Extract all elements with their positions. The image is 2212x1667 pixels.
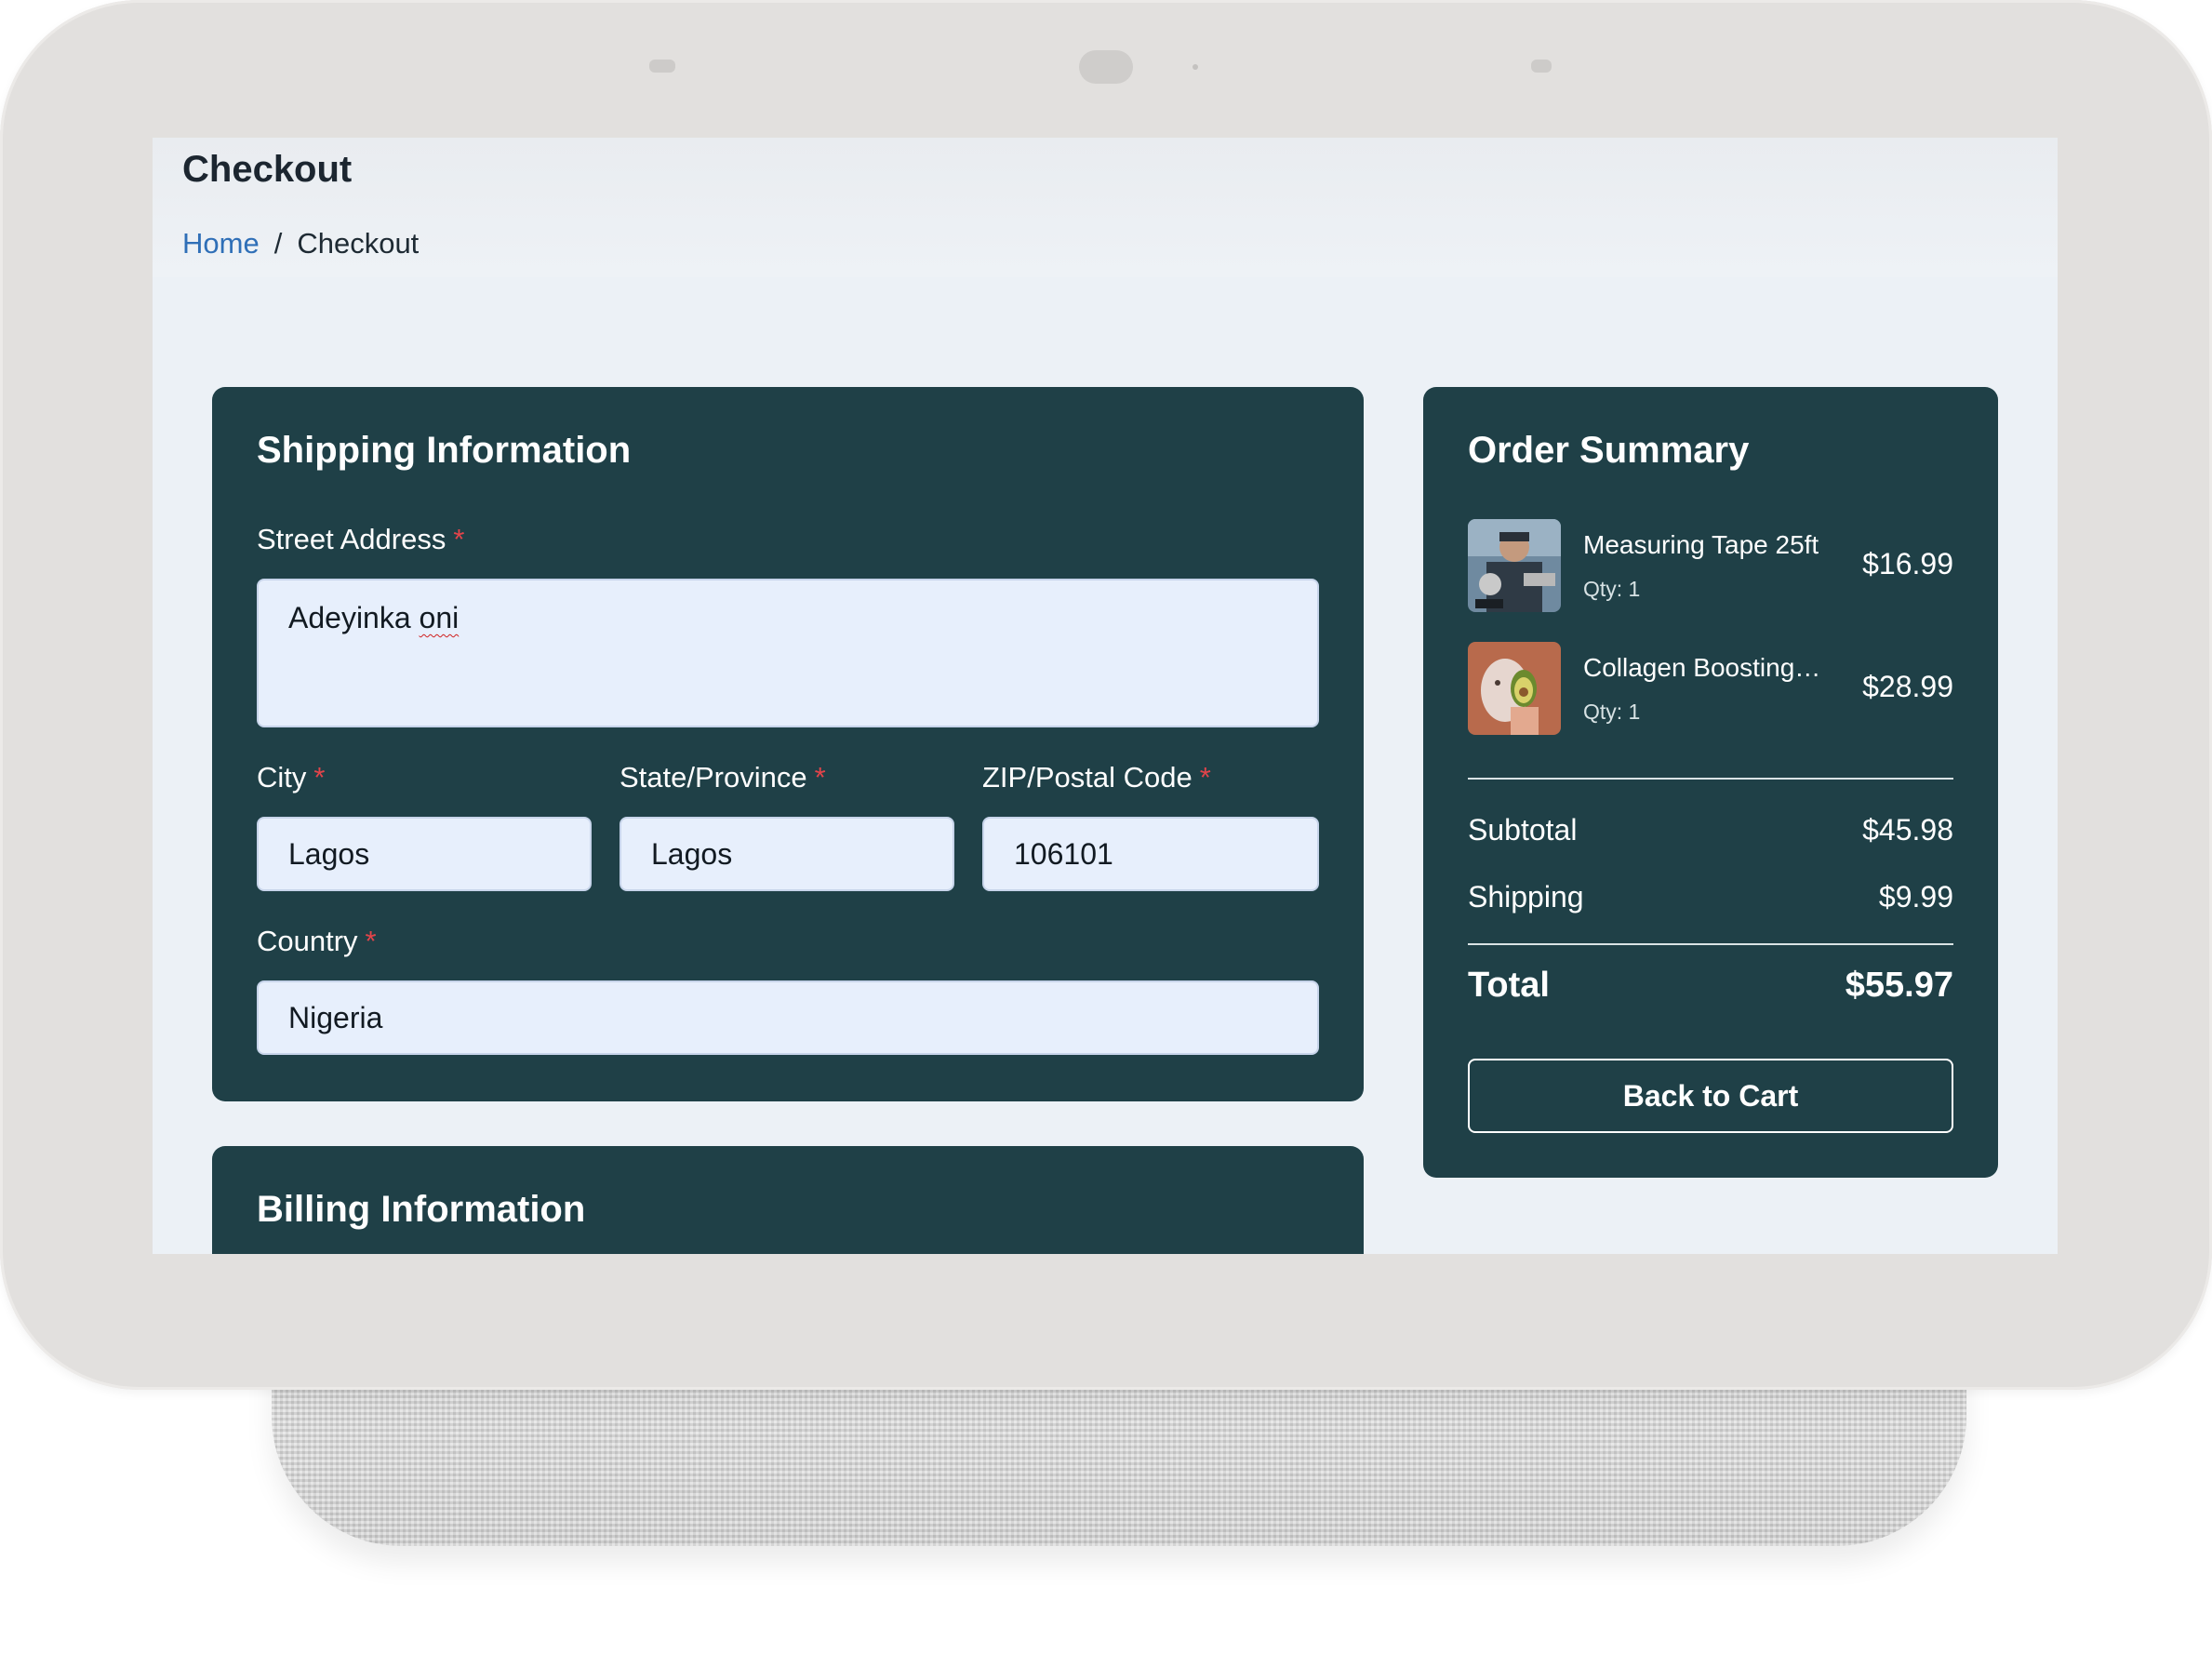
shipping-title: Shipping Information (257, 430, 632, 471)
item-price: $16.99 (1862, 547, 1953, 580)
face-mask-avocado-photo-icon (1468, 642, 1561, 735)
city-label-text: City (257, 761, 307, 793)
state-input[interactable]: Lagos (620, 817, 954, 891)
indicator-dot (1193, 64, 1198, 70)
country-label-text: Country (257, 925, 358, 957)
item-qty: Qty: 1 (1583, 700, 1641, 724)
item-qty: Qty: 1 (1583, 577, 1641, 601)
street-address-textarea[interactable]: Adeyinka oni (257, 579, 1319, 727)
shipping-card: Shipping Information Street Address * Ade… (212, 387, 1364, 1101)
country-input[interactable]: Nigeria (257, 980, 1319, 1055)
total-label: Total (1468, 966, 1550, 1005)
total-value: $55.97 (1845, 966, 1953, 1005)
breadcrumb-current: Checkout (297, 227, 420, 260)
required-marker: * (1199, 761, 1211, 793)
page-header: Checkout Home / Checkout (153, 138, 2058, 277)
breadcrumb-home-link[interactable]: Home (182, 227, 260, 260)
street-address-label-text: Street Address (257, 523, 446, 555)
required-marker: * (365, 925, 377, 957)
billing-title: Billing Information (257, 1189, 586, 1230)
shipping-cost-value: $9.99 (1878, 880, 1953, 914)
order-summary-card: Order Summary Measuring Tape 25ft Qty: 1… (1423, 387, 1998, 1178)
subtotal-value: $45.98 (1862, 813, 1953, 847)
order-summary-title: Order Summary (1468, 430, 1750, 471)
state-label: State/Province * (620, 761, 826, 794)
state-label-text: State/Province (620, 761, 807, 793)
street-address-label: Street Address * (257, 523, 464, 556)
page-title: Checkout (182, 149, 353, 190)
device-scene: Checkout Home / Checkout Shipping Inform… (0, 0, 2212, 1667)
zip-label: ZIP/Postal Code * (982, 761, 1211, 794)
zip-value: 106101 (1014, 836, 1113, 871)
divider (1468, 778, 1953, 780)
required-marker: * (453, 523, 465, 555)
country-value: Nigeria (288, 1000, 383, 1034)
item-name: Collagen Boosting… (1583, 653, 1821, 682)
state-value: Lagos (651, 836, 733, 871)
street-address-value-first: Adeyinka (288, 601, 411, 634)
city-input[interactable]: Lagos (257, 817, 592, 891)
item-name: Measuring Tape 25ft (1583, 530, 1819, 559)
required-marker: * (814, 761, 826, 793)
divider (1468, 943, 1953, 945)
required-marker: * (313, 761, 326, 793)
city-label: City * (257, 761, 325, 794)
camera-lens (1079, 50, 1133, 84)
zip-input[interactable]: 106101 (982, 817, 1319, 891)
street-address-value-second: oni (419, 601, 460, 634)
item-price: $28.99 (1862, 670, 1953, 703)
subtotal-row: Subtotal $45.98 (1468, 813, 1953, 847)
billing-card: Billing Information (212, 1146, 1364, 1254)
zip-label-text: ZIP/Postal Code (982, 761, 1193, 793)
shipping-cost-label: Shipping (1468, 880, 1584, 914)
country-label: Country * (257, 925, 377, 958)
back-to-cart-button[interactable]: Back to Cart (1468, 1059, 1953, 1133)
device-bezel: Checkout Home / Checkout Shipping Inform… (0, 0, 2212, 1390)
screen: Checkout Home / Checkout Shipping Inform… (153, 138, 2058, 1254)
summary-item: Measuring Tape 25ft Qty: 1 $16.99 (1468, 519, 1953, 612)
breadcrumb: Home / Checkout (182, 227, 419, 260)
mic-sensor (1531, 60, 1552, 73)
measuring-tape-photo-icon (1468, 519, 1561, 612)
subtotal-label: Subtotal (1468, 813, 1578, 847)
breadcrumb-separator: / (273, 227, 283, 260)
light-sensor (649, 60, 675, 73)
city-value: Lagos (288, 836, 370, 871)
total-row: Total $55.97 (1468, 966, 1953, 1006)
shipping-row: Shipping $9.99 (1468, 880, 1953, 914)
summary-item: Collagen Boosting… Qty: 1 $28.99 (1468, 642, 1953, 735)
